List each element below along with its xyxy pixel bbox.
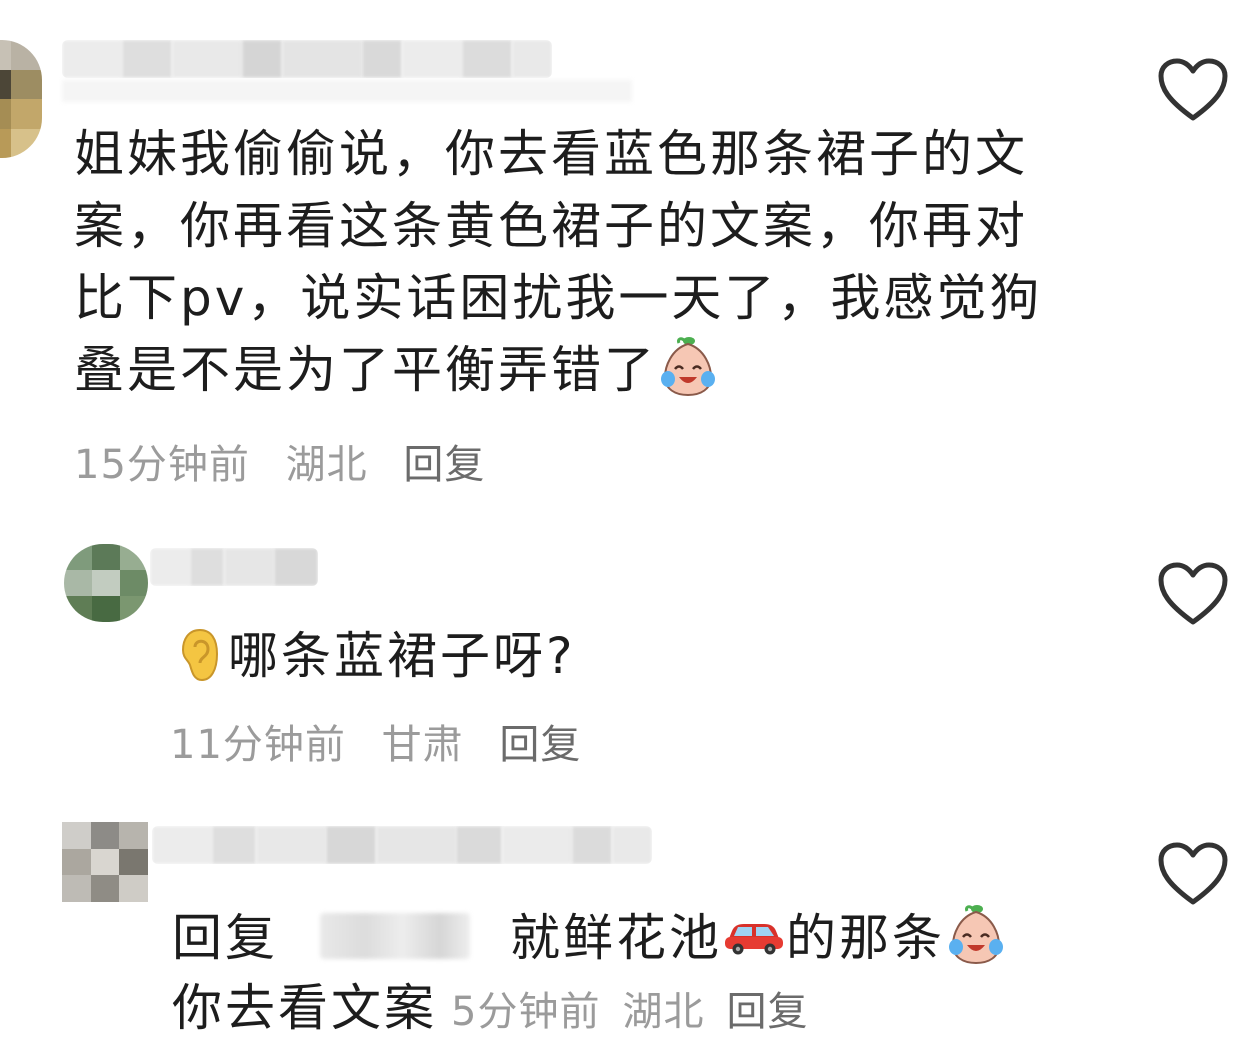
laughing-crying-baby-icon bbox=[661, 337, 715, 397]
comment-text-line2: 你去看文案 5分钟前 湖北 回复 bbox=[172, 972, 830, 1048]
avatar[interactable] bbox=[62, 822, 148, 902]
comment-line-last: 叠是不是为了平衡弄错了 bbox=[74, 334, 1114, 406]
heart-icon[interactable] bbox=[1158, 562, 1228, 626]
timestamp: 5分钟前 bbox=[451, 989, 601, 1035]
avatar[interactable] bbox=[64, 544, 148, 622]
location: 甘肃 bbox=[381, 722, 464, 768]
comment-line: 姐妹我偷偷说，你去看蓝色那条裙子的文 bbox=[74, 125, 1028, 183]
comment-meta: 11分钟前 甘肃 回复 bbox=[170, 712, 603, 770]
comment-meta: 15分钟前 湖北 回复 bbox=[74, 432, 507, 490]
location: 湖北 bbox=[622, 989, 705, 1035]
timestamp: 15分钟前 bbox=[74, 442, 250, 488]
heart-icon[interactable] bbox=[1158, 842, 1228, 906]
comment-text: 姐妹我偷偷说，你去看蓝色那条裙子的文 案，你再看这条黄色裙子的文案，你再对 比下… bbox=[74, 118, 1114, 406]
username-blurred[interactable] bbox=[62, 40, 552, 78]
username-blurred[interactable] bbox=[150, 548, 318, 586]
comment-line: 案，你再看这条黄色裙子的文案，你再对 bbox=[74, 197, 1028, 255]
comment-text: 哪条蓝裙子呀? bbox=[180, 620, 576, 692]
reply-button[interactable]: 回复 bbox=[403, 442, 485, 488]
username-blur-tail bbox=[62, 80, 632, 102]
ear-icon bbox=[181, 628, 219, 682]
heart-icon[interactable] bbox=[1158, 58, 1228, 122]
comment-meta: 5分钟前 湖北 回复 bbox=[451, 989, 830, 1035]
avatar[interactable] bbox=[0, 40, 42, 158]
mention-blurred[interactable] bbox=[320, 913, 470, 959]
reply-prefix: 回复 bbox=[172, 909, 278, 967]
comment-line: 比下pv，说实话困扰我一天了，我感觉狗 bbox=[74, 269, 1043, 327]
timestamp: 11分钟前 bbox=[170, 722, 346, 768]
location: 湖北 bbox=[285, 442, 368, 488]
laughing-crying-baby-icon bbox=[949, 905, 1003, 965]
car-icon bbox=[725, 924, 783, 955]
reply-button[interactable]: 回复 bbox=[726, 989, 808, 1035]
reply-button[interactable]: 回复 bbox=[499, 722, 581, 768]
username-blurred[interactable] bbox=[152, 826, 652, 864]
comment-text: 回复 就鲜花池 的那条 bbox=[172, 902, 1007, 974]
